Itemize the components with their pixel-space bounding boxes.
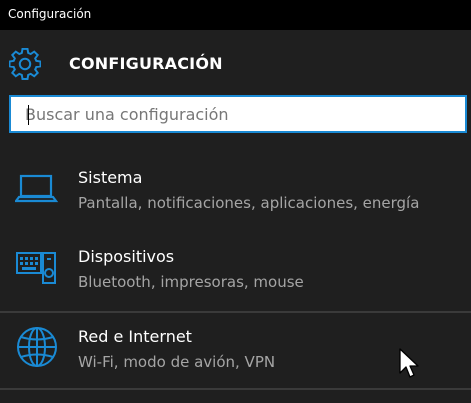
category-subtitle: Bluetooth, impresoras, mouse <box>78 273 304 291</box>
category-title: Dispositivos <box>78 247 175 266</box>
gear-icon <box>8 47 42 80</box>
text-caret <box>28 105 29 125</box>
category-title: Sistema <box>78 168 143 187</box>
divider <box>0 388 471 390</box>
category-subtitle: Pantalla, notificaciones, aplicaciones, … <box>78 194 420 212</box>
category-subtitle: Wi-Fi, modo de avión, VPN <box>78 353 276 371</box>
header: CONFIGURACIÓN <box>0 30 471 94</box>
devices-icon <box>15 245 59 289</box>
category-title: Red e Internet <box>78 327 192 346</box>
search-box[interactable] <box>9 95 467 133</box>
window-title: Configuración <box>8 7 92 21</box>
laptop-icon <box>13 166 59 210</box>
title-bar[interactable]: Configuración <box>0 0 471 30</box>
settings-window: Configuración CONFIGURACIÓN Siste <box>0 0 471 403</box>
globe-icon <box>15 325 59 369</box>
page-title: CONFIGURACIÓN <box>69 54 223 73</box>
mouse-cursor-icon <box>399 348 421 380</box>
settings-category-dispositivos[interactable]: Dispositivos Bluetooth, impresoras, mous… <box>0 231 471 305</box>
settings-category-sistema[interactable]: Sistema Pantalla, notificaciones, aplica… <box>0 152 471 226</box>
search-input[interactable] <box>15 101 465 127</box>
